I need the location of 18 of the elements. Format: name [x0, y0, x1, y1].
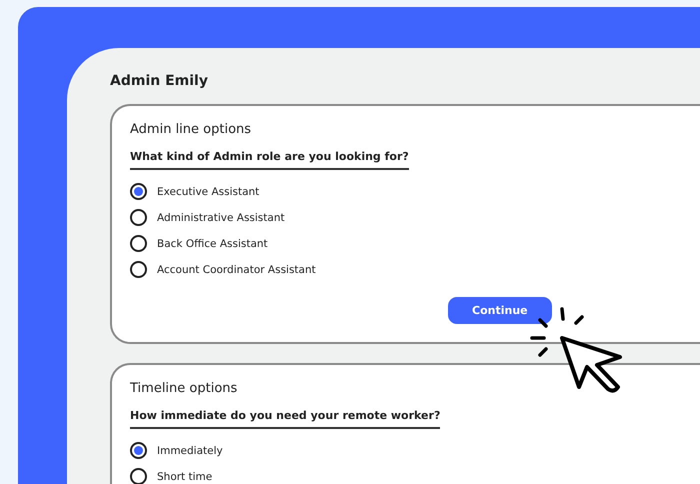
radio-button[interactable]	[130, 209, 147, 226]
continue-button[interactable]: Continue	[448, 297, 552, 324]
radio-button[interactable]	[130, 183, 147, 200]
radio-button[interactable]	[130, 442, 147, 459]
option-label[interactable]: Immediately	[157, 444, 223, 456]
question-text: What kind of Admin role are you looking for?	[130, 150, 409, 170]
option-label[interactable]: Administrative Assistant	[157, 212, 285, 224]
radio-button[interactable]	[130, 261, 147, 278]
option-label[interactable]: Short time	[157, 470, 212, 482]
option-label[interactable]: Back Office Assistant	[157, 238, 268, 250]
card-title: Admin line options	[130, 122, 252, 137]
option-label[interactable]: Account Coordinator Assistant	[157, 264, 316, 276]
page-title: Admin Emily	[110, 73, 208, 89]
question-text: How immediate do you need your remote worker?	[130, 409, 440, 429]
option-label[interactable]: Executive Assistant	[157, 186, 260, 198]
radio-button[interactable]	[130, 235, 147, 252]
card-title: Timeline options	[130, 381, 238, 396]
radio-button[interactable]	[130, 468, 147, 484]
